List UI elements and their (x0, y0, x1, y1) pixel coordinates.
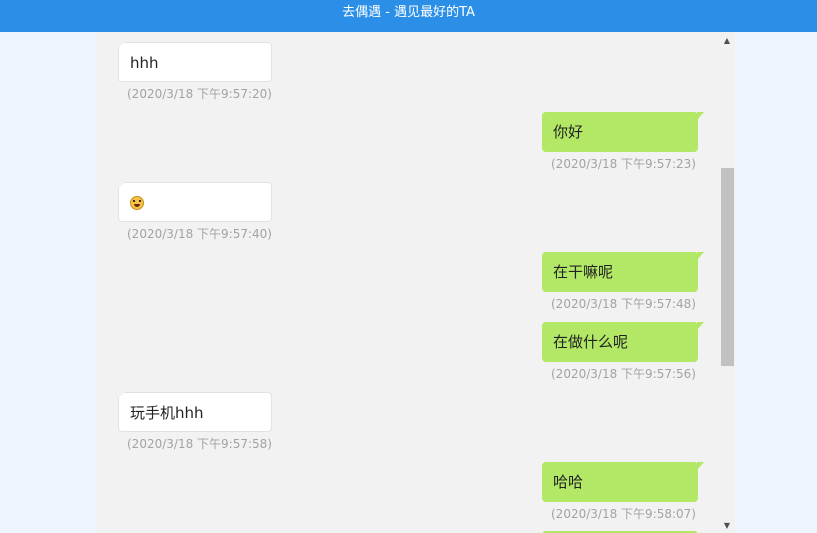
message-timestamp: (2020/3/18 下午9:57:56) (551, 367, 696, 381)
scrollbar-thumb[interactable] (721, 168, 734, 366)
message-bubble[interactable]: 你好 (542, 112, 704, 152)
message-timestamp: (2020/3/18 下午9:57:23) (551, 157, 696, 171)
message-bubble[interactable]: 哈哈 (542, 462, 704, 502)
chat-scrollbar[interactable]: ▲ ▼ (719, 32, 735, 533)
message-bubble[interactable]: 在干嘛呢 (542, 252, 704, 292)
window-title: 去偶遇 - 遇见最好的TA (342, 5, 475, 20)
message-timestamp: (2020/3/18 下午9:58:07) (551, 507, 696, 521)
message-bubble[interactable]: 玩手机hhh (118, 392, 272, 432)
message-timestamp: (2020/3/18 下午9:57:48) (551, 297, 696, 311)
grinning-face-emoji-icon (130, 196, 144, 210)
scroll-up-arrow-icon[interactable]: ▲ (719, 34, 735, 48)
message-timestamp: (2020/3/18 下午9:57:20) (127, 87, 272, 101)
scroll-down-arrow-icon[interactable]: ▼ (719, 519, 735, 533)
window-title-bar: 去偶遇 - 遇见最好的TA (0, 0, 817, 32)
chat-message-list[interactable]: hhh (2020/3/18 下午9:57:20) 你好 (2020/3/18 … (97, 32, 735, 533)
message-bubble[interactable]: hhh (118, 42, 272, 82)
message-timestamp: (2020/3/18 下午9:57:40) (127, 227, 272, 241)
message-timestamp: (2020/3/18 下午9:57:58) (127, 437, 272, 451)
message-bubble[interactable]: 在做什么呢 (542, 322, 704, 362)
message-bubble[interactable] (118, 182, 272, 222)
